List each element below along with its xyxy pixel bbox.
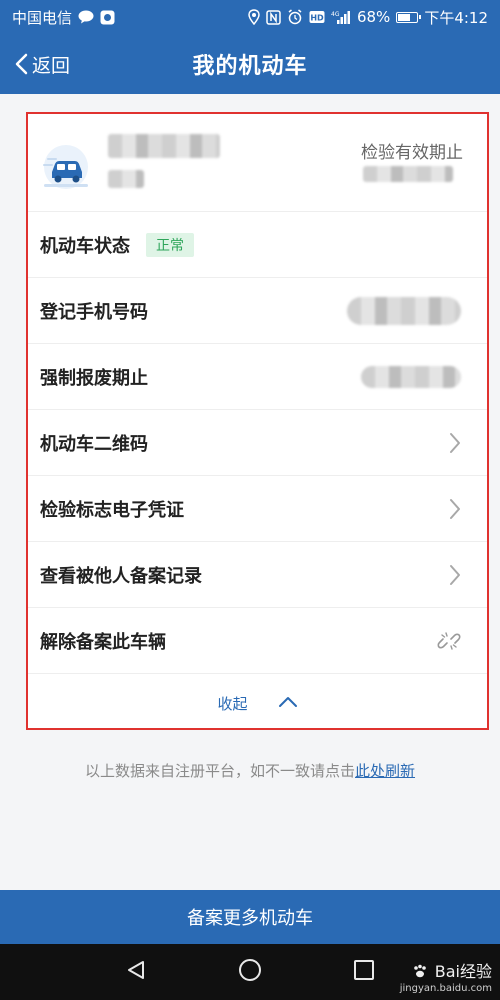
add-more-vehicles-button[interactable]: 备案更多机动车 [0,890,500,944]
status-right: HD 4G 68% 下午4:12 [248,7,488,28]
scrap-deadline-value-redacted [361,365,461,388]
certificate-label: 检验标志电子凭证 [40,499,184,521]
vehicle-status-label: 机动车状态 [40,235,130,257]
location-icon [248,9,260,25]
page-title: 我的机动车 [192,54,308,79]
nav-back-icon[interactable] [125,959,147,985]
status-left: 中国电信 [12,7,115,28]
car-icon [38,139,94,195]
chevron-right-icon [449,498,461,520]
row-phone[interactable]: 登记手机号码 [28,278,487,344]
back-chevron-icon [14,53,28,75]
app-header: 返回 我的机动车 [0,34,500,94]
row-vehicle-status-left: 机动车状态 正常 [40,232,194,258]
app-icon [100,10,115,25]
nav-recent-icon[interactable] [353,959,375,985]
row-filing-records[interactable]: 查看被他人备案记录 [28,542,487,608]
data-source-note: 以上数据来自注册平台，如不一致请点击此处刷新 [0,760,500,781]
inspection-expiry-label: 检验有效期止 [361,143,463,163]
vehicle-type-redacted [108,170,144,188]
clock: 下午4:12 [424,8,488,27]
plate-number-redacted [108,134,220,158]
phone-label: 登记手机号码 [40,301,148,323]
signal-icon: 4G [331,10,351,24]
records-label: 查看被他人备案记录 [40,565,202,587]
row-qrcode[interactable]: 机动车二维码 [28,410,487,476]
row-scrap-deadline: 强制报废期止 [28,344,487,410]
system-nav-bar: Bai经验 jingyan.baidu.com [0,944,500,1000]
nav-home-icon[interactable] [238,958,262,986]
paw-icon [412,963,428,982]
row-vehicle-status: 机动车状态 正常 [28,212,487,278]
vehicle-summary[interactable]: 检验有效期止 [28,114,487,212]
qrcode-label: 机动车二维码 [40,433,148,455]
back-button[interactable]: 返回 [14,34,70,94]
chevron-up-icon [278,694,298,712]
svg-text:HD: HD [310,14,324,23]
data-source-text: 以上数据来自注册平台，如不一致请点击 [84,762,355,780]
row-remove-vehicle[interactable]: 解除备案此车辆 [28,608,487,674]
nfc-icon [266,9,281,25]
watermark: Bai经验 jingyan.baidu.com [400,963,492,994]
scrap-deadline-label: 强制报废期止 [40,367,148,389]
watermark-domain: jingyan.baidu.com [399,983,492,994]
status-badge: 正常 [146,232,194,257]
phone-value-redacted [347,296,461,325]
row-inspection-certificate[interactable]: 检验标志电子凭证 [28,476,487,542]
remove-vehicle-label: 解除备案此车辆 [40,631,166,653]
inspection-expiry-value-redacted [363,166,453,182]
vehicle-card: 检验有效期止 机动车状态 正常 登记手机号码 强制报废期止 机动车二维码 检验标… [26,112,489,730]
svg-text:4G: 4G [331,11,340,18]
back-label: 返回 [32,54,71,77]
hd-icon: HD [309,10,325,24]
wechat-icon [78,10,94,24]
battery-percent: 68% [356,8,391,26]
collapse-label: 收起 [217,694,248,713]
refresh-link[interactable]: 此处刷新 [355,762,415,780]
chevron-right-icon [449,432,461,454]
watermark-brand: Bai经验 [434,962,492,981]
chevron-right-icon [449,564,461,586]
status-bar: 中国电信 HD 4G 68% 下午4:12 [0,0,500,34]
carrier-name: 中国电信 [12,8,73,27]
alarm-icon [287,9,303,25]
unlink-icon [437,629,461,653]
battery-icon [396,11,422,23]
collapse-toggle[interactable]: 收起 [28,674,487,728]
